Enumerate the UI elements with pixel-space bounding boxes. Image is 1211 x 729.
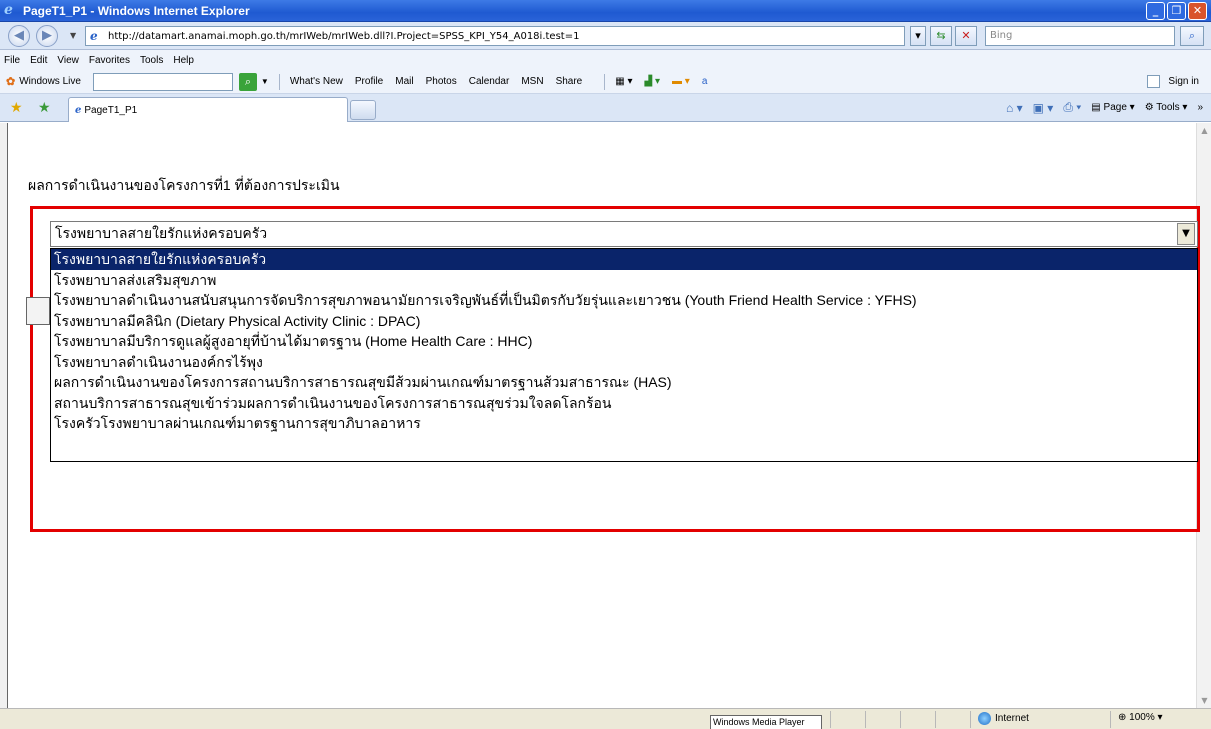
url-dropdown-button[interactable]: ▾ (910, 26, 926, 46)
tab-label: PageT1_P1 (84, 104, 138, 116)
favorites-star-icon[interactable]: ★ (10, 100, 23, 116)
maximize-button[interactable]: ❐ (1167, 2, 1186, 20)
page-heading: ผลการดำเนินงานของโครงการที่1 ที่ต้องการป… (28, 177, 340, 193)
chevron-down-icon[interactable]: ▼ (1177, 223, 1195, 245)
sign-in-link[interactable]: Sign in (1168, 76, 1199, 87)
feeds-icon[interactable]: ▣ ▾ (1033, 101, 1054, 115)
back-button[interactable]: ◀ (8, 25, 30, 47)
link-share[interactable]: Share (556, 76, 583, 87)
status-bar: Windows Media Player Internet ⊕ 100% ▾ (0, 708, 1211, 729)
menu-tools[interactable]: Tools (140, 55, 163, 66)
title-bar: e PageT1_P1 - Windows Internet Explorer … (0, 0, 1211, 22)
menu-bar: File Edit View Favorites Tools Help (0, 50, 1211, 70)
status-divider (935, 711, 936, 728)
globe-icon (978, 712, 991, 725)
tab-active[interactable]: e PageT1_P1 (68, 97, 348, 122)
dropdown-option[interactable]: โรงพยาบาลมีคลินิก (Dietary Physical Acti… (51, 311, 1197, 332)
toolbar-separator (278, 73, 280, 90)
toolbar-translate-icon[interactable]: a (702, 76, 708, 87)
sign-in-area: Sign in (1147, 75, 1199, 88)
search-input[interactable]: Bing (985, 26, 1175, 46)
status-divider (1110, 711, 1111, 728)
page-menu[interactable]: ▤ Page ▾ (1091, 102, 1134, 113)
zoom-control[interactable]: ⊕ 100% ▾ (1118, 712, 1163, 723)
add-favorites-icon[interactable]: ★ (38, 100, 51, 116)
project-select[interactable]: โรงพยาบาลสายใยรักแห่งครอบครัว ▼ (50, 221, 1198, 247)
link-mail[interactable]: Mail (395, 76, 413, 87)
windows-live-toolbar: ✿ Windows Live ⌕ ▼ What's New Profile Ma… (0, 70, 1211, 94)
toolbar-highlight-icon[interactable]: ▬ ▾ (672, 76, 690, 87)
tab-bar: ★ ★ e PageT1_P1 ⌂ ▾ ▣ ▾ ⎙ ▾ ▤ Page ▾ ⚙ T… (0, 94, 1211, 122)
page-icon: e (90, 29, 98, 43)
menu-view[interactable]: View (57, 55, 79, 66)
select-value: โรงพยาบาลสายใยรักแห่งครอบครัว (55, 225, 268, 241)
windows-live-logo-icon: ✿ (6, 76, 16, 88)
refresh-button[interactable]: ⇆ (930, 26, 952, 46)
new-tab-button[interactable] (350, 100, 376, 120)
window-title: PageT1_P1 - Windows Internet Explorer (23, 3, 250, 18)
dropdown-option[interactable]: สถานบริการสาธารณสุขเข้าร่วมผลการดำเนินงา… (51, 393, 1197, 414)
more-chevron-icon[interactable]: » (1197, 102, 1203, 113)
tools-menu[interactable]: ⚙ Tools ▾ (1145, 102, 1188, 113)
sign-in-checkbox[interactable] (1147, 75, 1161, 88)
address-bar: ◀ ▶ ▼ e http://datamart.anamai.moph.go.t… (0, 22, 1211, 50)
select-dropdown-list: โรงพยาบาลสายใยรักแห่งครอบครัว โรงพยาบาลส… (50, 248, 1198, 462)
print-icon[interactable]: ⎙ ▾ (1063, 100, 1081, 115)
stop-button[interactable]: ✕ (955, 26, 977, 46)
menu-help[interactable]: Help (173, 55, 194, 66)
home-icon[interactable]: ⌂ ▾ (1006, 101, 1023, 115)
scroll-up-icon[interactable]: ▲ (1197, 123, 1211, 138)
chevron-down-icon[interactable]: ▼ (261, 77, 269, 86)
url-text: http://datamart.anamai.moph.go.th/mrIWeb… (108, 30, 580, 42)
dropdown-option[interactable]: โรงพยาบาลสายใยรักแห่งครอบครัว (51, 249, 1197, 270)
dropdown-option[interactable]: โรงพยาบาลดำเนินงานองค์กรไร้พุง (51, 352, 1197, 373)
dropdown-option[interactable]: โรงพยาบาลมีบริการดูแลผู้สูงอายุที่บ้านได… (51, 331, 1197, 352)
url-input[interactable]: e http://datamart.anamai.moph.go.th/mrIW… (85, 26, 905, 46)
toolbar-separator (604, 73, 606, 90)
link-photos[interactable]: Photos (426, 76, 457, 87)
dropdown-option[interactable]: โรงพยาบาลดำเนินงานสนับสนุนการจัดบริการสุ… (51, 290, 1197, 311)
scroll-down-icon[interactable]: ▼ (1197, 693, 1211, 708)
status-divider (970, 711, 971, 728)
close-button[interactable]: ✕ (1188, 2, 1207, 20)
hidden-control (26, 297, 50, 325)
link-calendar[interactable]: Calendar (469, 76, 510, 87)
menu-edit[interactable]: Edit (30, 55, 47, 66)
status-divider (900, 711, 901, 728)
menu-favorites[interactable]: Favorites (89, 55, 130, 66)
live-search-button[interactable]: ⌕ (238, 72, 257, 91)
content-left-edge (0, 123, 8, 708)
search-button[interactable]: ⌕ (1180, 26, 1204, 46)
minimize-button[interactable]: _ (1146, 2, 1165, 20)
windows-live-label[interactable]: Windows Live (19, 76, 81, 87)
zone-label: Internet (995, 713, 1029, 724)
status-divider (830, 711, 831, 728)
media-player-label: Windows Media Player (710, 715, 822, 729)
toolbar-chart-icon[interactable]: ▟ ▾ (645, 76, 661, 87)
menu-file[interactable]: File (4, 55, 20, 66)
dropdown-option[interactable]: ผลการดำเนินงานของโครงการสถานบริการสาธารณ… (51, 372, 1197, 393)
security-zone[interactable]: Internet (978, 712, 1029, 725)
status-divider (865, 711, 866, 728)
dropdown-option[interactable]: โรงครัวโรงพยาบาลผ่านเกณฑ์มาตรฐานการสุขาภ… (51, 413, 1197, 434)
ie-logo-icon: e (4, 2, 13, 18)
window-controls: _ ❐ ✕ (1146, 2, 1207, 20)
link-whats-new[interactable]: What's New (290, 76, 343, 87)
chevron-down-icon[interactable]: ▼ (70, 31, 76, 40)
dropdown-option[interactable]: โรงพยาบาลส่งเสริมสุขภาพ (51, 270, 1197, 291)
live-search-input[interactable] (92, 72, 233, 91)
link-profile[interactable]: Profile (355, 76, 383, 87)
page-icon: e (75, 104, 82, 116)
forward-button[interactable]: ▶ (36, 25, 58, 47)
toolbar-gadget-icon[interactable]: ▦ ▾ (615, 76, 632, 87)
command-bar: ⌂ ▾ ▣ ▾ ⎙ ▾ ▤ Page ▾ ⚙ Tools ▾ » (1006, 100, 1203, 115)
link-msn[interactable]: MSN (521, 76, 543, 87)
